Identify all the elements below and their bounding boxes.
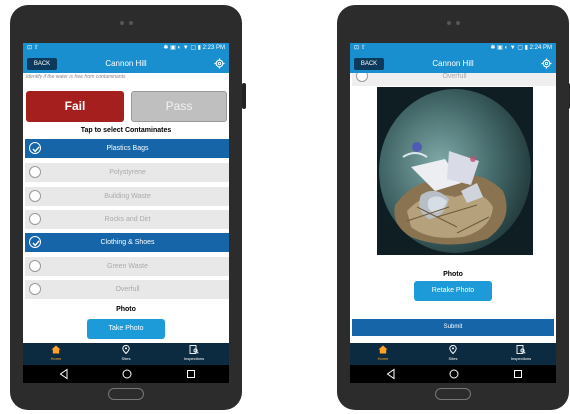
radio-unchecked [29,213,41,225]
tablet-left: ⊡ ⇧ ✱ ▣ ◐ ▼ ▢ ▮ 2:23 PM BACK Cannon Hill… [10,5,246,410]
fail-button[interactable]: Fail [26,91,124,122]
back-button[interactable]: BACK [27,58,57,70]
nav-sites[interactable]: Sites [428,344,478,361]
take-photo-button[interactable]: Take Photo [87,319,165,339]
page-title: Cannon Hill [105,59,147,68]
side-button [242,83,246,109]
square-recents-icon[interactable] [512,368,524,380]
camera-dot [447,21,451,25]
inspection-form-scrolled: Overfull Photo Retake Photo Submit [350,73,556,343]
contaminant-label: Clothing & Shoes [100,239,155,246]
square-recents-icon[interactable] [185,368,197,380]
location-pin-icon [122,344,130,355]
nav-sites-label: Sites [448,356,458,361]
nav-sites-label: Sites [121,356,131,361]
contaminant-rocks-and-dirt[interactable]: Rocks and Dirt [25,210,229,229]
photo-heading: Photo [443,271,463,278]
contaminant-photo [377,87,533,255]
radio-unchecked [29,260,41,272]
radio-checked [29,236,41,248]
photo-heading: Photo [116,306,136,313]
screen-right: ⊡ ⇧ ✱ ▣ ◐ ▼ ▢ ▮ 2:24 PM BACK Cannon Hill… [350,43,556,383]
circle-home-icon[interactable] [448,368,460,380]
radio-unchecked [356,73,368,82]
app-bar: BACK Cannon Hill [350,54,556,73]
hardware-home-button [108,388,144,400]
contaminant-overfull[interactable]: Overfull [25,280,229,299]
sensor-dot [129,21,133,25]
status-left-icons: ⊡ ⇧ [354,45,366,51]
android-system-bar [350,365,556,383]
checkmark-icon [32,240,40,247]
inspection-form: Identify if the water is free from conta… [23,73,229,343]
home-icon [51,345,61,354]
contaminant-label: Overfull [442,73,467,80]
status-bar: ⊡ ⇧ ✱ ▣ ◐ ▼ ▢ ▮ 2:24 PM [350,43,556,54]
radio-checked [29,142,41,154]
gear-icon[interactable] [541,58,552,69]
triangle-back-icon[interactable] [59,368,69,380]
contaminant-overfull[interactable]: Overfull [352,73,556,86]
circle-home-icon[interactable] [121,368,133,380]
submit-button[interactable]: Submit [352,319,554,336]
status-right-info: ✱ ▣ ◐ ▼ ▢ ▮ 2:24 PM [490,45,552,51]
contaminant-clothing-shoes[interactable]: Clothing & Shoes [25,233,229,252]
radio-unchecked [29,166,41,178]
nav-inspections-label: Inspections [510,356,532,361]
nav-inspections[interactable]: Inspections [496,345,546,361]
pass-button[interactable]: Pass [131,91,227,122]
contaminant-label: Polystyrene [109,169,146,176]
home-icon [378,345,388,354]
contaminant-label: Rocks and Dirt [104,216,151,223]
tablet-right: ⊡ ⇧ ✱ ▣ ◐ ▼ ▢ ▮ 2:24 PM BACK Cannon Hill… [337,5,570,410]
inspection-document-icon [189,345,199,354]
contaminant-building-waste[interactable]: Building Waste [25,187,229,206]
contaminant-polystyrene[interactable]: Polystyrene [25,163,229,182]
checkmark-icon [32,146,40,153]
contaminant-label: Plastics Bags [106,145,149,152]
hardware-home-button [435,388,471,400]
nav-inspections[interactable]: Inspections [169,345,219,361]
status-right-info: ✱ ▣ ◐ ▼ ▢ ▮ 2:23 PM [163,45,225,51]
status-bar: ⊡ ⇧ ✱ ▣ ◐ ▼ ▢ ▮ 2:23 PM [23,43,229,54]
camera-dot [120,21,124,25]
question-hint: Identify if the water is free from conta… [26,74,126,80]
contaminant-label: Green Waste [107,263,148,270]
bottom-nav: Home Sites Inspections [350,343,556,365]
contaminant-plastics-bags[interactable]: Plastics Bags [25,139,229,158]
nav-home[interactable]: Home [358,345,408,361]
bottom-nav: Home Sites Inspections [23,343,229,365]
android-system-bar [23,365,229,383]
contaminant-label: Overfull [115,286,140,293]
radio-unchecked [29,283,41,295]
app-bar: BACK Cannon Hill [23,54,229,73]
nav-inspections-label: Inspections [183,356,205,361]
location-pin-icon [449,344,457,355]
sensor-dot [456,21,460,25]
contaminants-heading: Tap to select Contaminates [80,127,172,134]
inspection-document-icon [516,345,526,354]
retake-photo-button[interactable]: Retake Photo [414,281,492,301]
radio-unchecked [29,190,41,202]
back-button[interactable]: BACK [354,58,384,70]
page-title: Cannon Hill [432,59,474,68]
nav-sites[interactable]: Sites [101,344,151,361]
status-left-icons: ⊡ ⇧ [27,45,39,51]
contaminant-green-waste[interactable]: Green Waste [25,257,229,276]
nav-home-label: Home [50,356,62,361]
nav-home-label: Home [377,356,389,361]
contaminant-label: Building Waste [104,193,151,200]
triangle-back-icon[interactable] [386,368,396,380]
screen-left: ⊡ ⇧ ✱ ▣ ◐ ▼ ▢ ▮ 2:23 PM BACK Cannon Hill… [23,43,229,383]
gear-icon[interactable] [214,58,225,69]
nav-home[interactable]: Home [31,345,81,361]
